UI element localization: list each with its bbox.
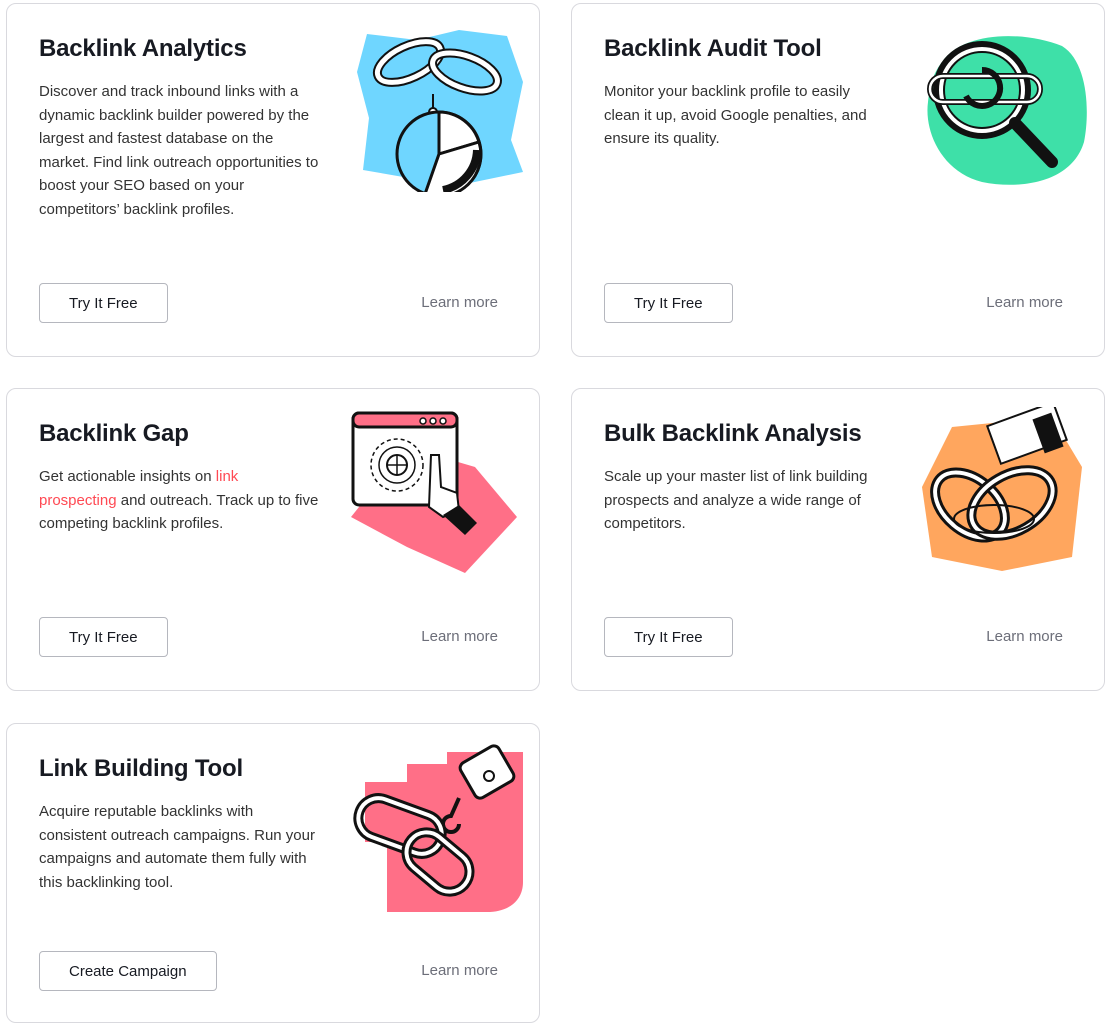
tangled-chain-illustration: [922, 407, 1082, 571]
card-description: Get actionable insights on link prospect…: [39, 465, 319, 536]
tool-card-link-building-tool: Link Building Tool Acquire reputable bac…: [6, 723, 540, 1023]
magnifier-link-illustration: [927, 36, 1087, 185]
card-title: Backlink Analytics: [39, 35, 247, 62]
try-it-free-button[interactable]: Try It Free: [39, 617, 168, 657]
learn-more-link[interactable]: Learn more: [421, 294, 498, 311]
tool-card-backlink-analytics: Backlink Analytics Discover and track in…: [6, 3, 540, 357]
card-description: Monitor your backlink profile to easily …: [604, 83, 867, 147]
chain-pie-chart-illustration: [357, 30, 523, 192]
try-it-free-button[interactable]: Try It Free: [604, 617, 733, 657]
create-campaign-button[interactable]: Create Campaign: [39, 951, 217, 991]
learn-more-link[interactable]: Learn more: [421, 962, 498, 979]
description-text: Get actionable insights on: [39, 468, 216, 485]
tool-card-backlink-audit-tool: Backlink Audit Tool Monitor your backlin…: [571, 3, 1105, 357]
card-description: Acquire reputable backlinks with consist…: [39, 803, 315, 891]
learn-more-link[interactable]: Learn more: [986, 628, 1063, 645]
try-it-free-button[interactable]: Try It Free: [604, 283, 733, 323]
card-title: Link Building Tool: [39, 755, 243, 782]
crane-hook-chain-illustration: [353, 744, 523, 912]
card-title: Backlink Audit Tool: [604, 35, 822, 62]
card-description: Discover and track inbound links with a …: [39, 83, 319, 218]
card-title: Backlink Gap: [39, 420, 189, 447]
try-it-free-button[interactable]: Try It Free: [39, 283, 168, 323]
learn-more-link[interactable]: Learn more: [421, 628, 498, 645]
tool-card-backlink-gap: Backlink Gap Get actionable insights on …: [6, 388, 540, 691]
learn-more-link[interactable]: Learn more: [986, 294, 1063, 311]
tool-card-bulk-backlink-analysis: Bulk Backlink Analysis Scale up your mas…: [571, 388, 1105, 691]
browser-hand-illustration: [351, 411, 517, 573]
card-description: Scale up your master list of link buildi…: [604, 468, 868, 532]
card-title: Bulk Backlink Analysis: [604, 420, 862, 447]
